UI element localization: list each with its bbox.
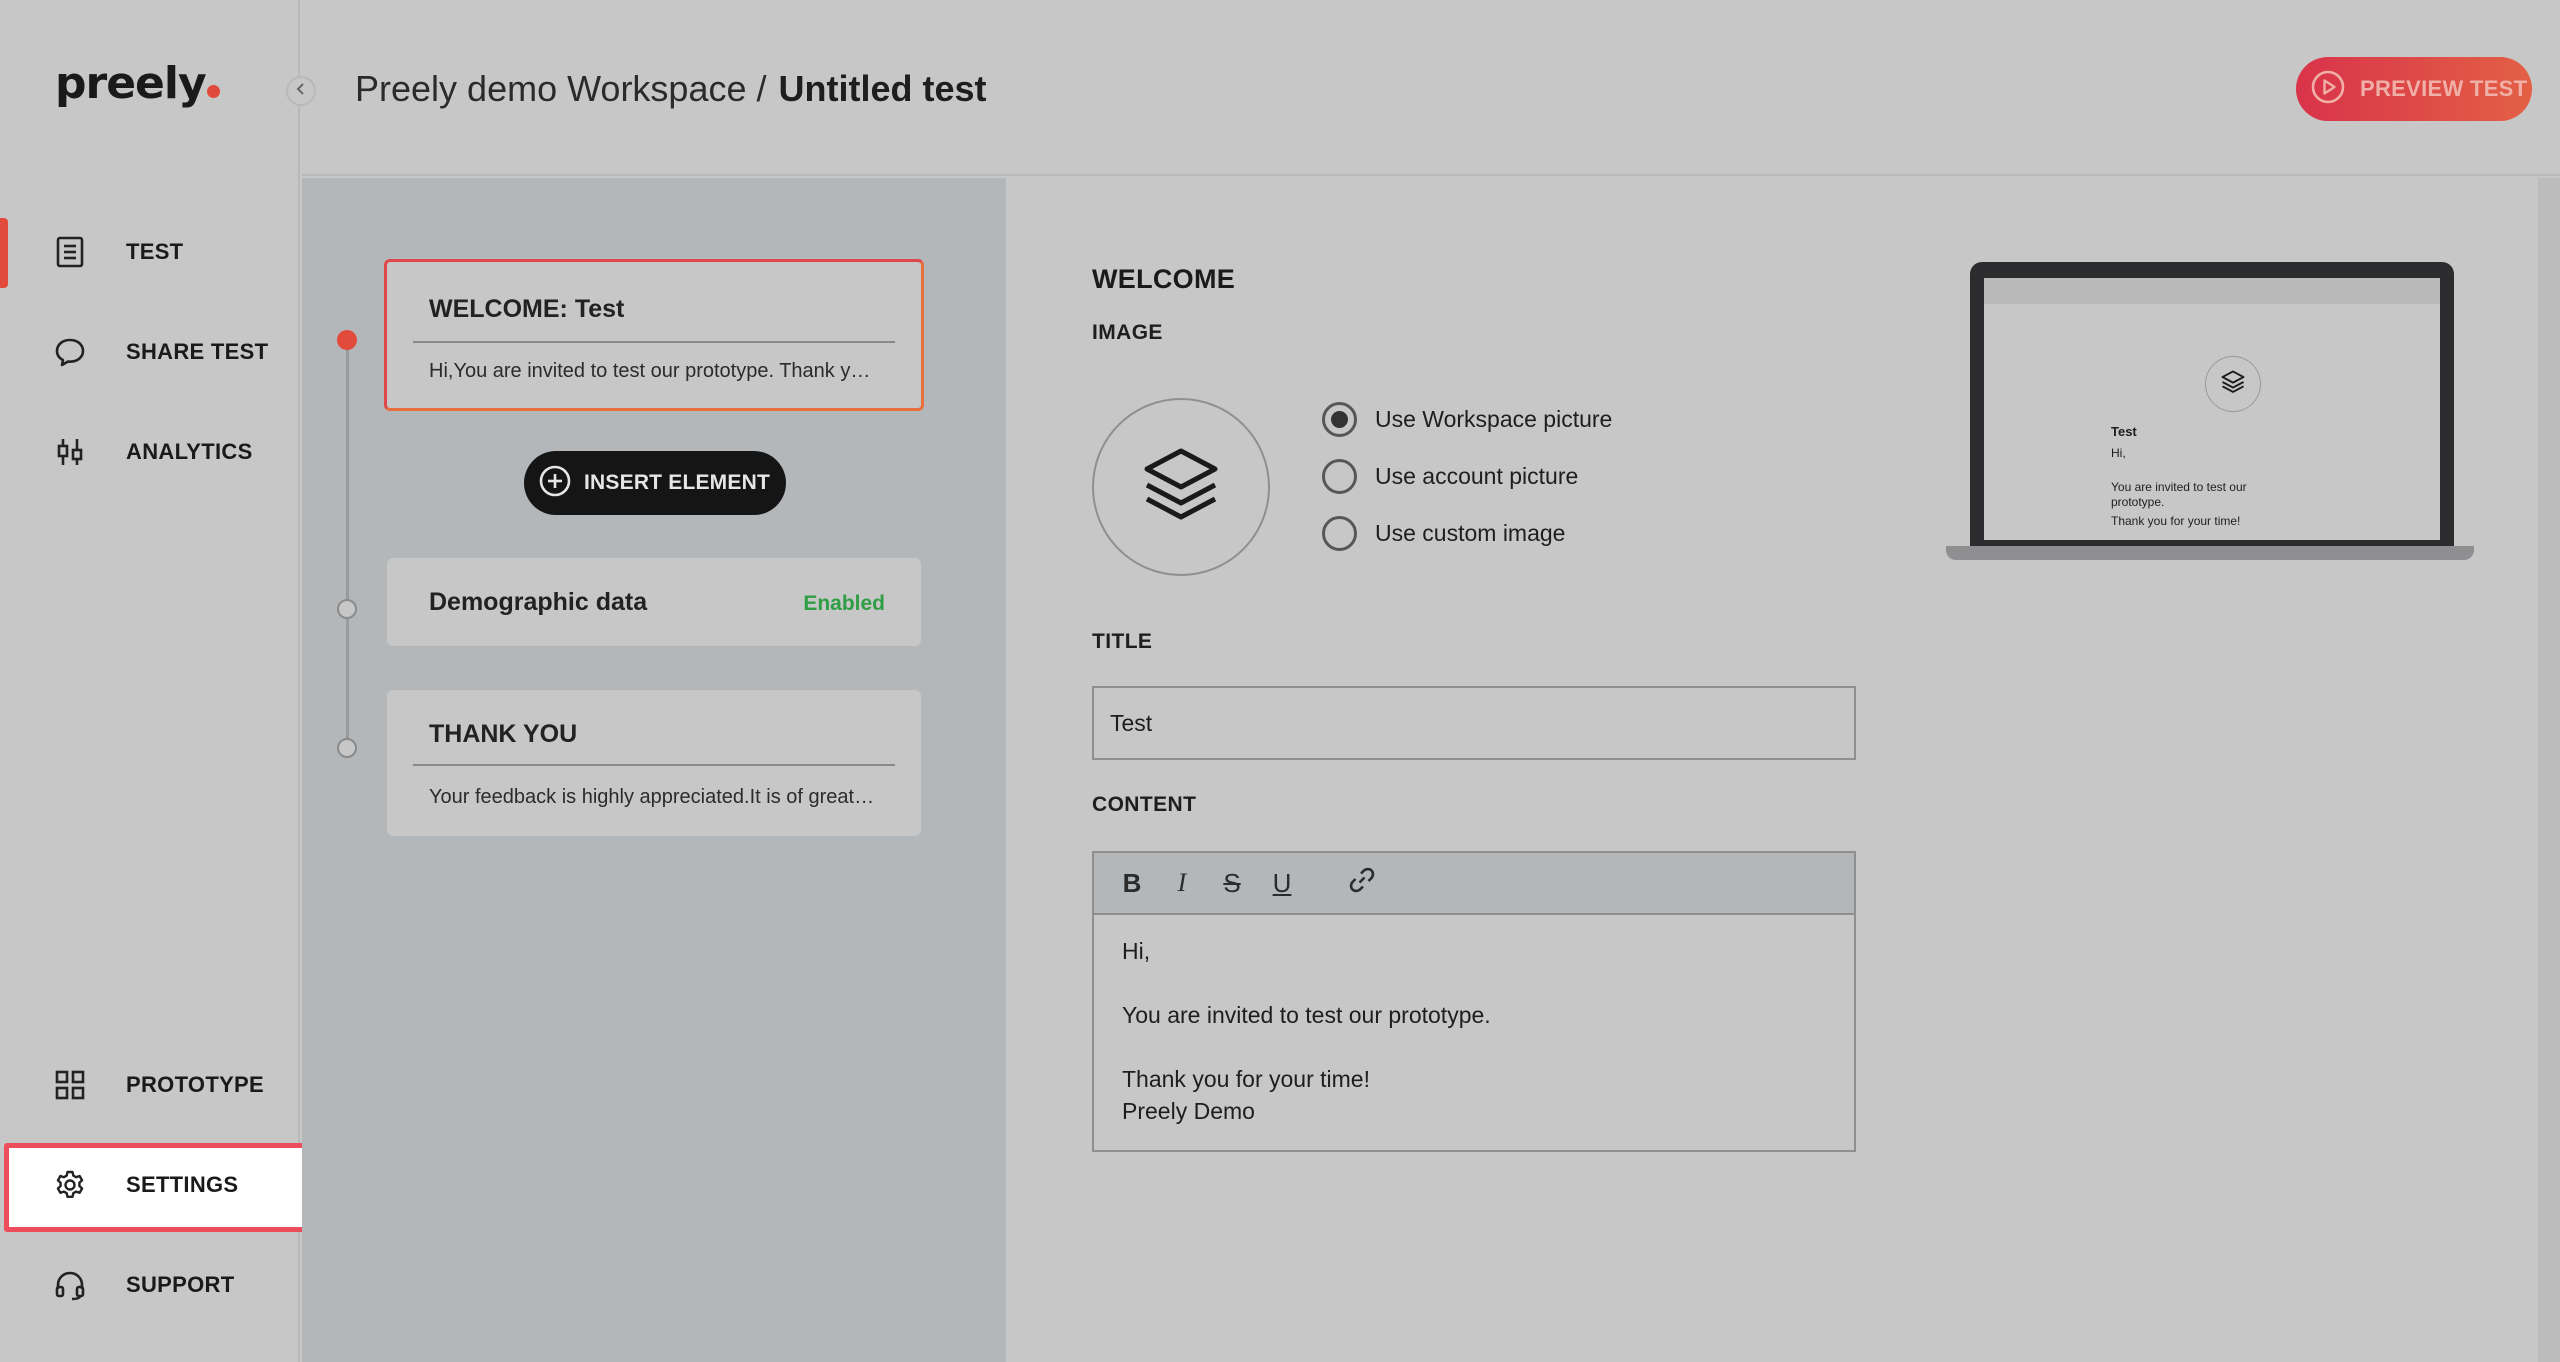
- italic-icon: I: [1177, 868, 1187, 897]
- sidebar-item-label: ANALYTICS: [126, 439, 253, 464]
- underline-icon: U: [1272, 867, 1292, 898]
- grid-icon: [52, 1067, 88, 1103]
- timeline-dot: [337, 738, 357, 758]
- card-divider: [413, 341, 895, 343]
- bold-button[interactable]: B: [1112, 863, 1152, 903]
- sidebar-item-label: PROTOTYPE: [126, 1072, 264, 1097]
- sidebar-item-label: SUPPORT: [126, 1272, 235, 1297]
- bold-icon: B: [1122, 867, 1142, 898]
- sidebar: preely TEST SHARE TEST ANALYTICS PROTOTY…: [0, 0, 312, 1362]
- radio-label: Use account picture: [1375, 463, 1579, 489]
- top-header: Preely demo Workspace / Untitled test PR…: [302, 0, 2560, 176]
- editor-toolbar: B I S U: [1094, 853, 1854, 915]
- card-divider: [413, 764, 895, 766]
- thank-you-card-snippet: Your feedback is highly appreciated.It i…: [429, 786, 879, 808]
- editor-heading: WELCOME: [1092, 264, 1236, 294]
- welcome-element-card[interactable]: WELCOME: Test Hi,You are invited to test…: [384, 259, 924, 411]
- sidebar-item-settings[interactable]: SETTINGS: [0, 1145, 300, 1225]
- headset-icon: [52, 1267, 88, 1303]
- preview-thanks: Thank you for your time!: [2111, 514, 2241, 528]
- welcome-card-title: WELCOME: Test: [429, 295, 625, 323]
- analytics-icon: [52, 434, 88, 470]
- preely-logo[interactable]: preely: [55, 58, 220, 109]
- speech-bubble-icon: [52, 334, 88, 370]
- preview-avatar: [2205, 356, 2261, 412]
- document-icon: [52, 234, 88, 270]
- radio-workspace-picture[interactable]: Use Workspace picture: [1322, 402, 1612, 437]
- timeline-dot: [337, 599, 357, 619]
- sidebar-item-label: SHARE TEST: [126, 339, 269, 364]
- content-body[interactable]: Hi, You are invited to test our prototyp…: [1094, 915, 1854, 1147]
- radio-account-picture[interactable]: Use account picture: [1322, 459, 1578, 494]
- sidebar-item-test[interactable]: TEST: [0, 212, 300, 292]
- preview-screen: Test Hi, You are invited to test our pro…: [1984, 278, 2440, 540]
- strikethrough-button[interactable]: S: [1212, 863, 1252, 903]
- sidebar-item-label: TEST: [126, 239, 184, 264]
- content-label: CONTENT: [1092, 793, 1197, 816]
- thank-you-card-title: THANK YOU: [429, 720, 578, 748]
- demographic-element-card[interactable]: Demographic data Enabled: [387, 558, 921, 646]
- radio-button[interactable]: [1322, 459, 1357, 494]
- chevron-left-icon: [295, 82, 307, 101]
- content-line: [1122, 967, 1826, 999]
- title-input[interactable]: [1092, 686, 1856, 760]
- layers-icon: [2220, 369, 2246, 400]
- preview-test-label: PREVIEW TEST: [2360, 76, 2528, 101]
- title-label: TITLE: [1092, 630, 1153, 653]
- thank-you-element-card[interactable]: THANK YOU Your feedback is highly apprec…: [387, 690, 921, 836]
- breadcrumb: Preely demo Workspace / Untitled test: [355, 68, 987, 110]
- italic-button[interactable]: I: [1162, 863, 1202, 903]
- content-line: Preely Demo: [1122, 1098, 1255, 1124]
- radio-label: Use custom image: [1375, 520, 1566, 546]
- preview-body: You are invited to test our prototype.: [2111, 480, 2247, 509]
- breadcrumb-test-name[interactable]: Untitled test: [779, 68, 987, 110]
- demographic-card-title: Demographic data: [429, 588, 648, 616]
- device-preview: Test Hi, You are invited to test our pro…: [1946, 262, 2474, 562]
- link-button[interactable]: [1342, 863, 1382, 903]
- plus-circle-icon: [538, 464, 572, 503]
- workspace-image-preview: [1092, 398, 1270, 576]
- layers-icon: [1139, 443, 1223, 532]
- preview-greeting: Hi,: [2111, 446, 2126, 460]
- radio-button[interactable]: [1322, 402, 1357, 437]
- sidebar-item-share-test[interactable]: SHARE TEST: [0, 312, 300, 392]
- image-label: IMAGE: [1092, 321, 1163, 344]
- sidebar-item-label: SETTINGS: [126, 1172, 239, 1197]
- link-icon: [1347, 865, 1377, 902]
- radio-custom-image[interactable]: Use custom image: [1322, 516, 1565, 551]
- radio-button[interactable]: [1322, 516, 1357, 551]
- strikethrough-icon: S: [1223, 867, 1241, 898]
- content-editor[interactable]: B I S U Hi, You are invited to test our …: [1092, 851, 1856, 1152]
- scrollbar-track[interactable]: [2538, 178, 2560, 1362]
- content-line: [1122, 1031, 1826, 1063]
- content-line: You are invited to test our prototype.: [1122, 1002, 1491, 1028]
- content-line: Thank you for your time!: [1122, 1066, 1370, 1092]
- timeline-line: [346, 340, 349, 748]
- preview-title: Test: [2111, 424, 2137, 439]
- sidebar-item-analytics[interactable]: ANALYTICS: [0, 412, 300, 492]
- radio-label: Use Workspace picture: [1375, 406, 1613, 432]
- status-badge: Enabled: [803, 592, 885, 615]
- timeline-dot-active: [337, 330, 357, 350]
- play-circle-icon: [2310, 69, 2346, 110]
- content-line: Hi,: [1122, 938, 1151, 964]
- collapse-sidebar-button[interactable]: [286, 76, 316, 106]
- laptop-base: [1946, 546, 2474, 560]
- sidebar-item-prototype[interactable]: PROTOTYPE: [0, 1045, 300, 1125]
- gear-icon: [52, 1167, 88, 1203]
- sidebar-item-support[interactable]: SUPPORT: [0, 1245, 300, 1325]
- breadcrumb-workspace[interactable]: Preely demo Workspace /: [355, 68, 767, 110]
- welcome-card-snippet: Hi,You are invited to test our prototype…: [429, 360, 879, 382]
- insert-element-button[interactable]: INSERT ELEMENT: [524, 451, 786, 515]
- insert-element-label: INSERT ELEMENT: [584, 471, 770, 494]
- preview-test-button[interactable]: PREVIEW TEST: [2296, 57, 2532, 121]
- underline-button[interactable]: U: [1262, 863, 1302, 903]
